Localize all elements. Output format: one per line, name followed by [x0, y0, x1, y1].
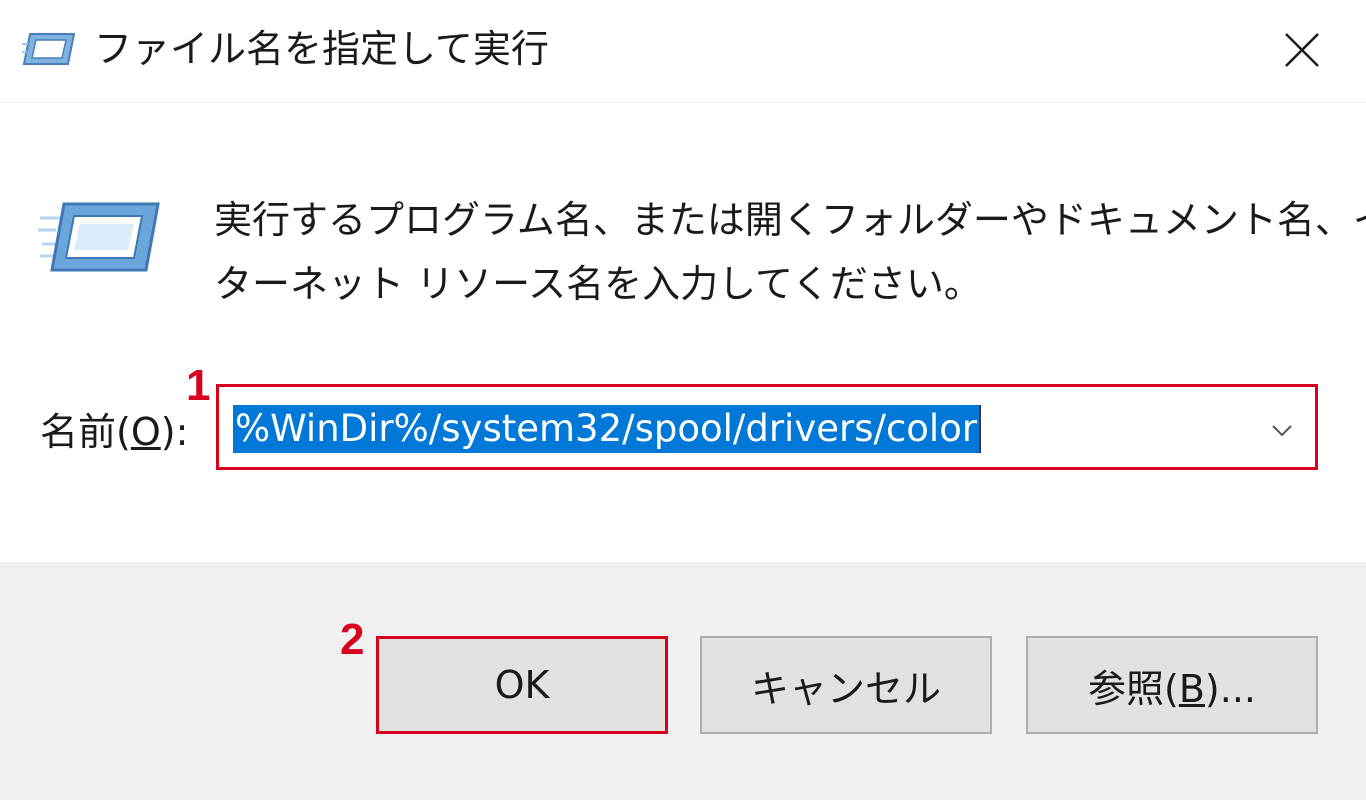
browse-label-prefix: 参照( — [1088, 666, 1179, 711]
run-dialog: ファイル名を指定して実行 実行するプログラム名、または開くフォルダーやドキュメン… — [0, 0, 1366, 800]
run-icon — [22, 33, 76, 65]
ok-button[interactable]: OK — [376, 636, 668, 734]
cancel-button[interactable]: キャンセル — [700, 636, 992, 734]
close-button[interactable] — [1262, 18, 1342, 82]
chevron-down-icon[interactable] — [1267, 415, 1297, 445]
description-line-1: 実行するプログラム名、または開くフォルダーやドキュメント名、イン — [214, 198, 1366, 242]
ok-button-label: OK — [494, 663, 550, 707]
run-program-icon — [38, 202, 160, 272]
annotation-step-2: 2 — [340, 615, 365, 664]
name-combobox[interactable]: %WinDir%/system32/spool/drivers/color — [216, 384, 1318, 470]
title-bar: ファイル名を指定して実行 — [0, 0, 1366, 100]
name-label-suffix: ): — [160, 410, 189, 454]
browse-label-suffix: )... — [1204, 666, 1256, 711]
description-text: 実行するプログラム名、または開くフォルダーやドキュメント名、イン ターネット リ… — [214, 188, 1366, 316]
title-separator — [0, 102, 1366, 103]
cancel-button-label: キャンセル — [750, 666, 941, 711]
browse-button-label: 参照(B)... — [1088, 658, 1256, 713]
name-label: 名前(O): — [40, 404, 188, 460]
description-line-2: ターネット リソース名を入力してください。 — [214, 262, 982, 306]
annotation-step-1: 1 — [186, 361, 211, 410]
close-icon — [1285, 33, 1319, 67]
name-input-value[interactable]: %WinDir%/system32/spool/drivers/color — [233, 405, 982, 453]
name-label-mnemonic: O — [130, 410, 161, 454]
browse-button[interactable]: 参照(B)... — [1026, 636, 1318, 734]
name-label-prefix: 名前( — [40, 410, 131, 454]
browse-label-mnemonic: B — [1178, 666, 1205, 711]
window-title: ファイル名を指定して実行 — [94, 27, 549, 71]
